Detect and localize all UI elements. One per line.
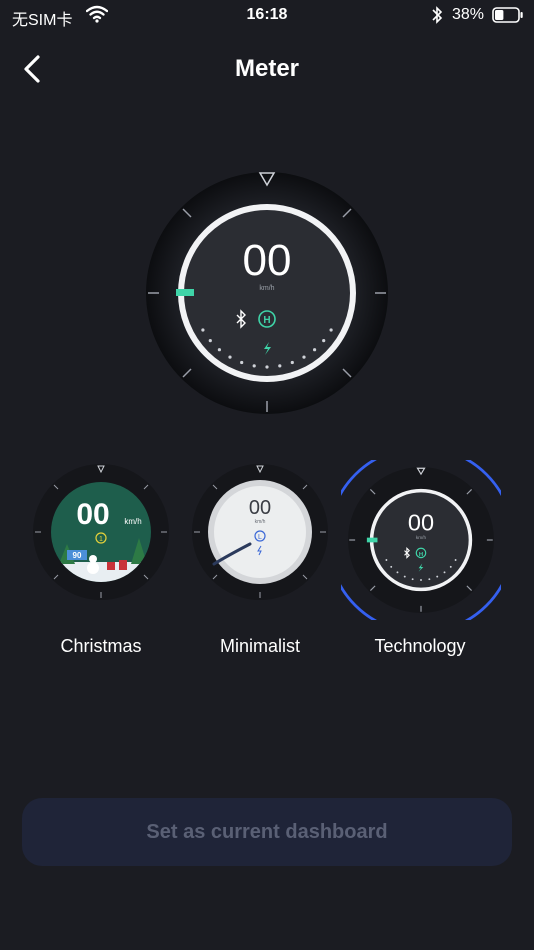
technology-unit: km/h <box>416 535 427 540</box>
battery-dot <box>228 355 232 359</box>
theme-card-christmas[interactable]: 90 00 km/h 1 Christmas <box>21 460 181 660</box>
svg-text:H: H <box>263 315 270 326</box>
battery-dot <box>265 365 269 369</box>
page-title: Meter <box>234 55 300 82</box>
speed-unit: km/h <box>259 285 274 292</box>
dashboard-preview: 00 km/h H <box>146 172 388 414</box>
battery-dot <box>443 571 446 574</box>
speed-indicator <box>176 289 194 296</box>
battery-dot <box>302 355 306 359</box>
battery-dot <box>454 559 457 561</box>
status-bar: 无SIM卡 16:18 38% <box>0 0 534 32</box>
minimalist-meter-thumbnail: 00 km/h L <box>192 464 328 600</box>
christmas-speed: 00 <box>76 498 109 531</box>
battery-dot <box>420 579 422 581</box>
battery-dot <box>278 364 282 368</box>
technology-meter-preview: 00 km/h H <box>146 172 388 414</box>
christmas-gear-badge: 1 <box>99 536 103 543</box>
theme-card-minimalist[interactable]: 00 km/h L Minimalist <box>180 460 340 660</box>
battery-dot <box>411 578 414 581</box>
set-current-dashboard-button[interactable]: Set as current dashboard <box>22 798 512 866</box>
battery-dot <box>436 575 439 578</box>
battery-dot <box>385 559 388 561</box>
theme-card-technology[interactable]: 00 km/h H Technology <box>340 460 501 660</box>
theme-label-technology: Technology <box>374 636 466 656</box>
gift-box <box>107 562 115 570</box>
battery-dot <box>449 565 452 568</box>
theme-label-minimalist: Minimalist <box>219 636 300 656</box>
battery-dot <box>313 348 317 352</box>
speed-readout: 00 <box>243 236 292 285</box>
christmas-meter-thumbnail: 90 00 km/h 1 <box>33 464 169 600</box>
battery-dot <box>217 348 221 352</box>
battery-dot <box>329 328 333 332</box>
nav-bar: Meter <box>0 44 534 94</box>
battery-dot <box>290 360 294 365</box>
battery-icon <box>492 7 523 23</box>
minimalist-unit: km/h <box>255 519 266 525</box>
minimalist-gear-badge: L <box>258 534 262 541</box>
theme-selector: 90 00 km/h 1 Christmas 00 km/h L Minimal… <box>0 460 534 670</box>
battery-dot <box>201 328 205 332</box>
minimalist-speed: 00 <box>249 497 271 519</box>
battery-dot <box>403 575 406 578</box>
battery-dot <box>322 339 326 343</box>
theme-label-christmas: Christmas <box>60 636 142 656</box>
battery-dot <box>390 565 393 568</box>
battery-dot <box>208 339 212 343</box>
svg-text:90: 90 <box>73 551 82 560</box>
bluetooth-icon <box>432 6 443 24</box>
technology-gear-badge: H <box>419 552 423 558</box>
technology-meter-thumbnail: 00 km/h H <box>341 460 501 620</box>
battery-percentage: 38% <box>452 6 485 23</box>
technology-speed: 00 <box>408 510 434 536</box>
battery-dot <box>240 360 244 365</box>
battery-dot <box>428 578 431 581</box>
battery-dot <box>396 571 399 574</box>
battery-dot <box>252 364 256 368</box>
christmas-unit: km/h <box>124 517 141 526</box>
